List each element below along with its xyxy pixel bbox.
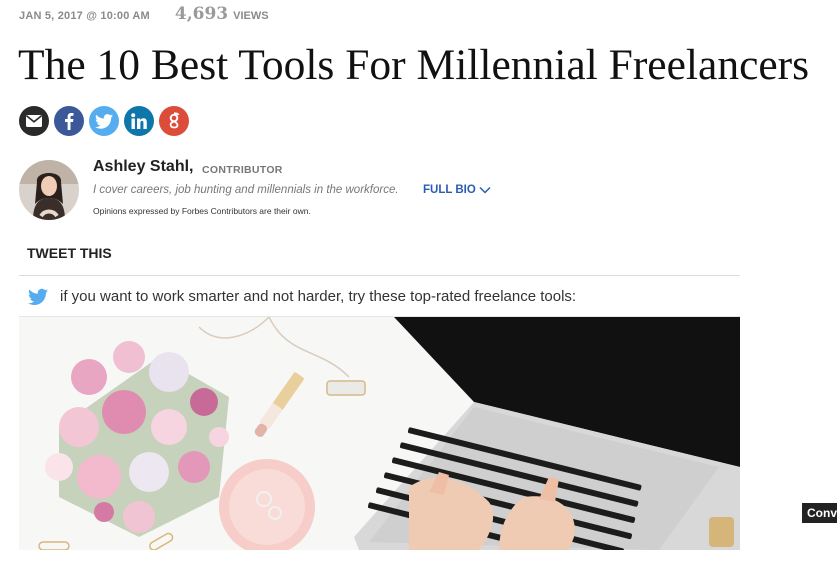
article-meta: JAN 5, 2017 @ 10:00 AM 4,693 VIEWS [19,4,269,24]
chevron-down-icon [479,186,491,194]
twitter-bird-icon [28,288,48,305]
author-bio: I cover careers, job hunting and millenn… [93,184,399,196]
author-name[interactable]: Ashley Stahl, [93,158,193,176]
twitter-share-button[interactable] [89,106,119,136]
tweet-this-link[interactable]: if you want to work smarter and not hard… [19,277,740,316]
full-bio-link[interactable]: FULL BIO [423,184,491,196]
article-title: The 10 Best Tools For Millennial Freelan… [18,41,810,89]
hero-image [19,316,740,570]
tweet-text: if you want to work smarter and not hard… [60,288,577,305]
tweet-this-heading: TWEET THIS [27,245,112,261]
author-photo [19,160,79,220]
publish-date: JAN 5, 2017 @ 10:00 AM [19,10,150,22]
google-plus-icon [169,112,180,129]
laptop-flowers-photo [19,316,740,570]
linkedin-share-button[interactable] [124,106,154,136]
contributor-disclaimer: Opinions expressed by Forbes Contributor… [93,206,311,216]
author-role: CONTRIBUTOR [202,164,283,176]
share-bar [19,106,189,136]
views-label: VIEWS [233,10,269,22]
divider [19,275,740,276]
author-avatar[interactable] [19,160,79,220]
google-plus-share-button[interactable] [159,106,189,136]
email-share-button[interactable] [19,106,49,136]
side-widget-button[interactable]: Conv [802,503,837,523]
facebook-icon [65,113,74,130]
email-icon [26,115,42,127]
views-count: 4,693 [174,4,229,24]
linkedin-icon [131,113,147,129]
twitter-icon [95,113,113,129]
facebook-share-button[interactable] [54,106,84,136]
full-bio-label: FULL BIO [423,184,476,196]
